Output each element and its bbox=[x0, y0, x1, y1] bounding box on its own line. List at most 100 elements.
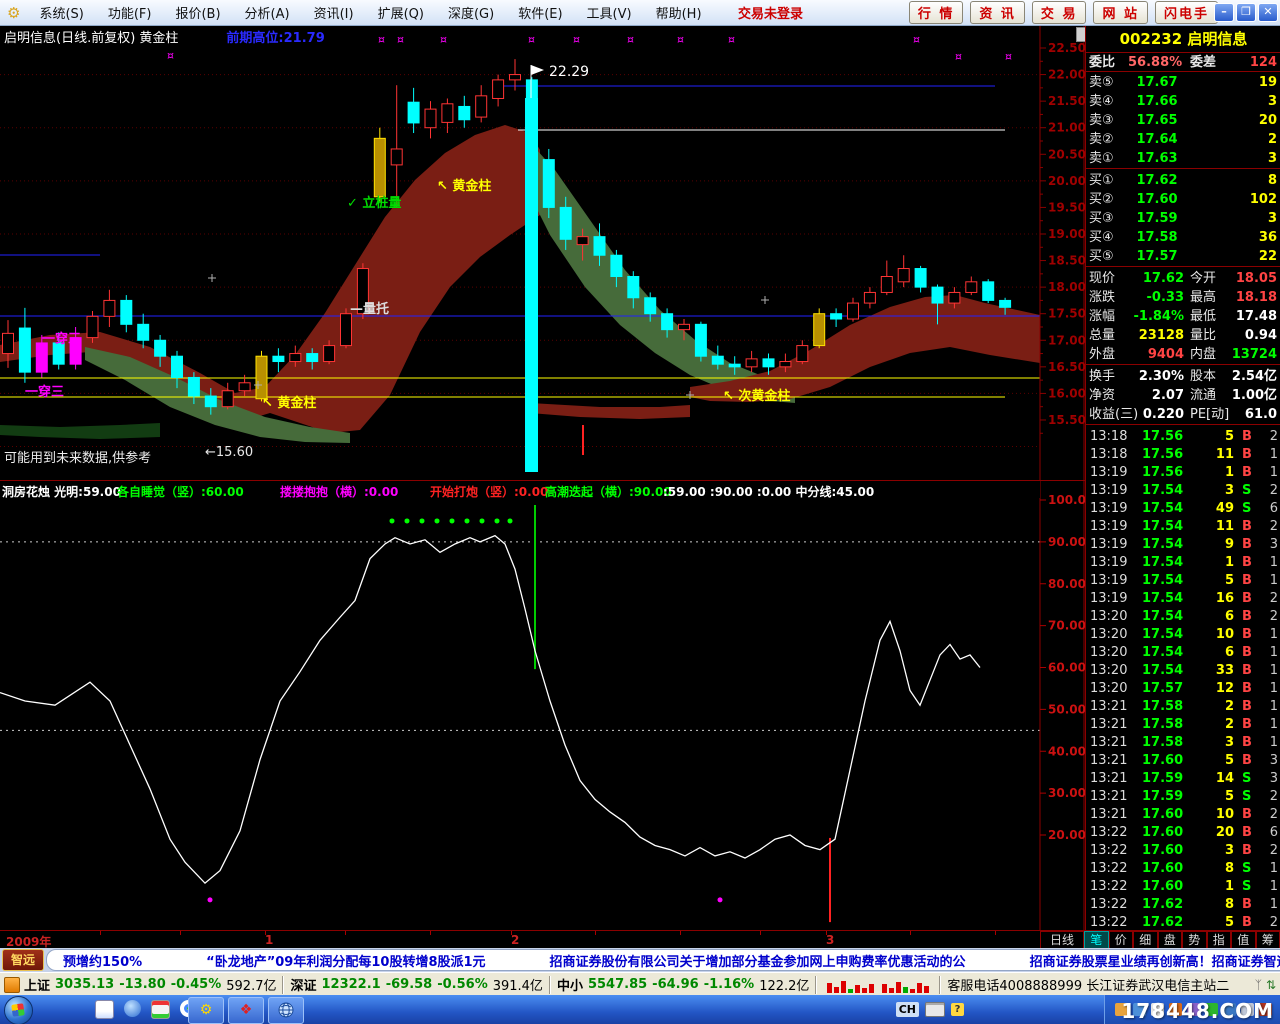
tape-count: 1 bbox=[1269, 735, 1278, 750]
nav-button-交易[interactable]: 交 易 bbox=[1031, 1, 1087, 24]
main-chart-area[interactable]: 启明信息(日线.前复权) 黄金柱 前期高位:21.79 22.29 ←15.60 可能… bbox=[0, 25, 1086, 480]
minibar-block bbox=[862, 987, 868, 993]
minibar-block bbox=[855, 984, 861, 993]
minibar-block bbox=[848, 988, 854, 993]
price-axis-label: 20.00 bbox=[1048, 174, 1085, 188]
tape-price: 17.54 bbox=[1142, 573, 1184, 588]
tab-价[interactable]: 价 bbox=[1108, 931, 1133, 949]
candle-body bbox=[390, 148, 403, 166]
language-indicator[interactable]: CH bbox=[895, 1002, 919, 1017]
tab-势[interactable]: 势 bbox=[1182, 931, 1207, 949]
tape-row: 13:18 17.56 5 B 2 bbox=[1086, 428, 1280, 446]
field-label: 最高 bbox=[1190, 290, 1217, 305]
timeline-tick bbox=[265, 931, 266, 935]
tape-volume: 2 bbox=[1224, 699, 1234, 714]
stock-app-button[interactable]: ⚙ bbox=[188, 997, 224, 1024]
menu-item-10[interactable]: 帮助(H) bbox=[644, 0, 714, 25]
candle-body bbox=[103, 299, 116, 317]
notes-icon[interactable] bbox=[95, 1000, 114, 1019]
candle-body bbox=[238, 382, 251, 392]
menu-item-1[interactable]: 系统(S) bbox=[27, 0, 95, 25]
tape-time: 13:22 bbox=[1090, 861, 1128, 876]
tab-值[interactable]: 值 bbox=[1231, 931, 1256, 949]
restore-button[interactable]: ❐ bbox=[1236, 3, 1256, 22]
menu-item-7[interactable]: 深度(G) bbox=[436, 0, 506, 25]
news-ticker-strip[interactable]: 预增约150% “卧龙地产”09年利润分配每10股转增8股派1元 招商证券股份有限公… bbox=[46, 949, 1280, 971]
app-gear-icon[interactable]: ⚙ bbox=[7, 4, 20, 22]
signal-marker: ¤ bbox=[728, 33, 735, 46]
candle-body bbox=[458, 105, 471, 121]
close-button[interactable]: ✕ bbox=[1258, 3, 1278, 22]
tape-time: 13:19 bbox=[1090, 519, 1128, 534]
menu-item-8[interactable]: 软件(E) bbox=[506, 0, 574, 25]
weibi-value: 56.88% bbox=[1128, 55, 1183, 70]
timeline-month: 3 bbox=[826, 933, 835, 947]
help-icon[interactable]: ? bbox=[951, 1003, 964, 1016]
tab-笔[interactable]: 笔 bbox=[1084, 931, 1109, 949]
menu-item-6[interactable]: 扩展(Q) bbox=[366, 0, 436, 25]
tape-price: 17.60 bbox=[1142, 861, 1184, 876]
zhiyuan-badge[interactable]: 智远 bbox=[2, 949, 44, 971]
nav-button-闪电手[interactable]: 闪电手 bbox=[1154, 1, 1218, 24]
field-label: 换手 bbox=[1089, 369, 1116, 384]
indicator-chart-canvas[interactable]: 100.0 90.00 80.00 70.00 60.00 50.00 40.00 30.00… bbox=[0, 480, 1085, 930]
index-change: -13.80 bbox=[119, 977, 166, 992]
tab-筹[interactable]: 筹 bbox=[1255, 931, 1280, 949]
timeline-month: 1 bbox=[265, 933, 274, 947]
nav-button-行情[interactable]: 行 情 bbox=[908, 1, 964, 24]
tape-time: 13:20 bbox=[1090, 663, 1128, 678]
diamond-app-button[interactable]: ❖ bbox=[228, 997, 264, 1024]
separator bbox=[548, 975, 551, 994]
tab-细[interactable]: 细 bbox=[1133, 931, 1158, 949]
messenger-icon[interactable] bbox=[124, 1000, 141, 1017]
candle-body bbox=[745, 358, 758, 368]
start-button[interactable] bbox=[4, 996, 33, 1024]
tape-count: 1 bbox=[1269, 465, 1278, 480]
tape-time: 13:21 bbox=[1090, 735, 1128, 750]
menu-item-9[interactable]: 工具(V) bbox=[575, 0, 644, 25]
indicator-curve bbox=[0, 534, 981, 885]
tape-row: 13:20 17.57 12 B 1 bbox=[1086, 680, 1280, 698]
minimize-button[interactable]: – bbox=[1214, 3, 1234, 22]
tab-指[interactable]: 指 bbox=[1206, 931, 1231, 949]
index-label: 上证 bbox=[24, 979, 51, 994]
menu-item-3[interactable]: 报价(B) bbox=[163, 0, 232, 25]
tape-time: 13:21 bbox=[1090, 789, 1128, 804]
level-price: 17.64 bbox=[1136, 132, 1178, 147]
candle-body bbox=[475, 95, 488, 118]
globe-app-button[interactable] bbox=[268, 997, 304, 1024]
tape-price: 17.60 bbox=[1142, 807, 1184, 822]
menu-item-2[interactable]: 功能(F) bbox=[96, 0, 164, 25]
timeline-tick bbox=[910, 931, 911, 935]
tab-period[interactable]: 日线 bbox=[1040, 931, 1084, 949]
tape-price: 17.54 bbox=[1142, 483, 1184, 498]
candle-body bbox=[576, 236, 589, 246]
candle-body bbox=[762, 358, 775, 368]
price-axis-label: 16.00 bbox=[1048, 386, 1085, 400]
level-label: 卖⑤ bbox=[1089, 75, 1114, 90]
minibar-block bbox=[917, 982, 923, 993]
candle-body bbox=[897, 268, 910, 283]
tape-volume: 6 bbox=[1224, 645, 1234, 660]
menu-item-4[interactable]: 分析(A) bbox=[233, 0, 302, 25]
tape-row: 13:19 17.54 3 S 2 bbox=[1086, 482, 1280, 500]
menu-item-5[interactable]: 资讯(I) bbox=[302, 0, 366, 25]
tape-time: 13:19 bbox=[1090, 555, 1128, 570]
toolbox-icon[interactable] bbox=[151, 1000, 170, 1019]
nav-button-网站[interactable]: 网 站 bbox=[1093, 1, 1148, 24]
tab-盘[interactable]: 盘 bbox=[1157, 931, 1182, 949]
peak-price-label: 22.29 bbox=[549, 64, 589, 80]
nav-button-资讯[interactable]: 资 讯 bbox=[970, 1, 1025, 24]
field-value: 0.220 bbox=[1142, 407, 1184, 422]
candle-body bbox=[509, 74, 521, 81]
keyboard-icon[interactable] bbox=[925, 1002, 945, 1017]
status-app-icon[interactable] bbox=[4, 976, 20, 993]
signal-drop-bar bbox=[525, 98, 538, 472]
candle-body bbox=[965, 281, 978, 293]
menu-bar: ⚙ 系统(S) 功能(F) 报价(B) 分析(A) 资讯(I) 扩展(Q) 深度(G) 软件(… bbox=[0, 0, 1280, 26]
level-price: 17.62 bbox=[1136, 173, 1178, 188]
field-label: 外盘 bbox=[1089, 347, 1116, 362]
tape-row: 13:20 17.54 6 B 2 bbox=[1086, 608, 1280, 626]
candlestick-chart-canvas[interactable]: 22.29←15.60可能用到未来数据,供参考✓ 立桩量↖ 黄金柱—量托一穿三一… bbox=[0, 25, 1086, 480]
tape-price: 17.62 bbox=[1142, 897, 1184, 912]
